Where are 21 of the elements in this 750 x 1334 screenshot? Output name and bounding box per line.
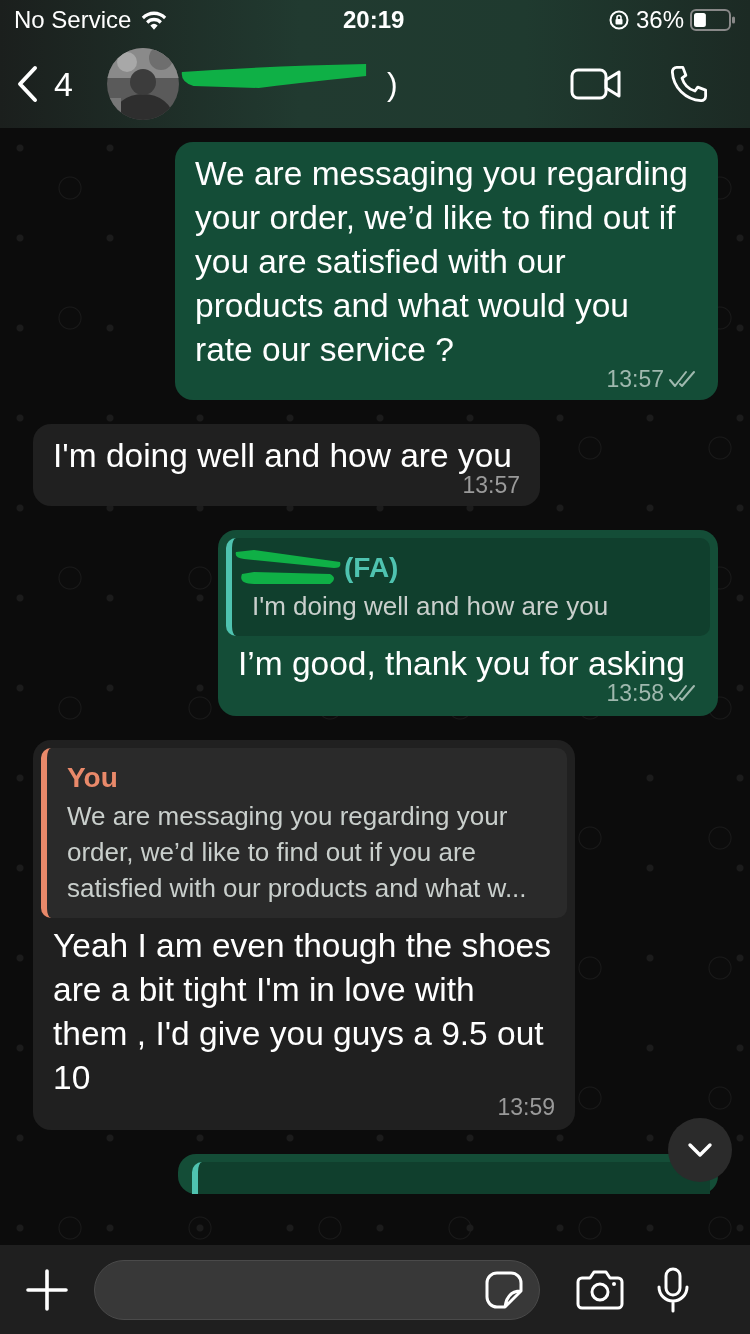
quote-author: You [67,761,118,795]
quote-text: We are messaging you regarding your order, we’d like to find out if you are satisfied with our products and what w... [67,800,528,905]
video-call-icon[interactable] [570,67,622,101]
battery-percent: 36% [635,6,684,34]
clock-text: 20:19 [343,6,405,34]
quote-text: I'm doing well and how are you [252,590,610,623]
sticker-icon[interactable] [485,1270,523,1309]
phone-call-icon[interactable] [668,63,710,105]
rotation-lock-icon [607,9,630,31]
quoted-message[interactable]: You We are messaging you regarding your order, we’d like to find out if you are satisfied with our products and what w... [41,748,567,918]
back-chevron-icon [16,65,38,103]
quote-author: (FA) [344,551,399,585]
camera-icon[interactable] [576,1269,624,1310]
carrier-text: No Service [14,6,132,34]
microphone-icon[interactable] [656,1266,690,1313]
plus-icon[interactable] [26,1268,68,1311]
chevron-down-icon [687,1142,713,1158]
battery-icon [690,9,736,31]
back-button[interactable]: 4 [16,64,73,104]
quoted-message[interactable]: (FA) I'm doing well and how are you [226,538,710,636]
contact-name[interactable]: ) [386,65,398,103]
